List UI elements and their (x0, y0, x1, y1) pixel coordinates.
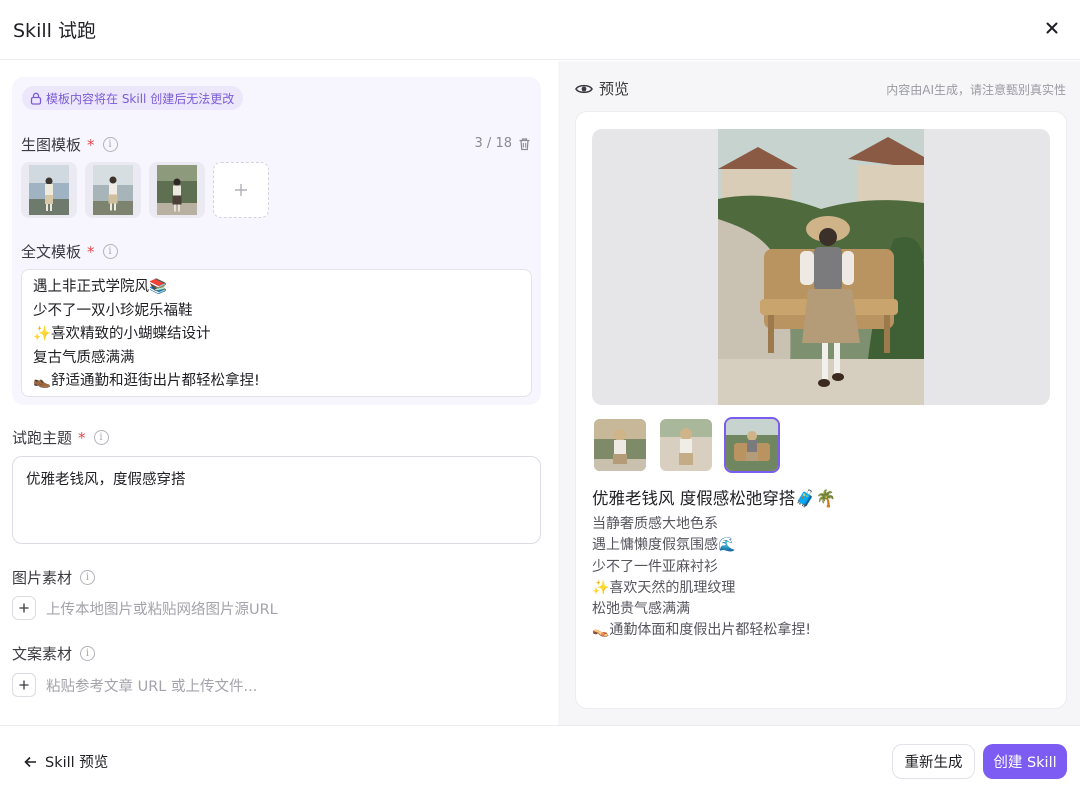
skill-trial-dialog: Skill 试跑 模板内容将在 Skill 创建后无法更改 生图模板 * i 3… (0, 0, 1080, 792)
preview-pane: 预览 内容由AI生成，请注意甄别真实性 优雅老钱风 度假感松弛穿搭🧳🌴 当静奢质… (558, 61, 1080, 725)
outfit-photo (660, 419, 712, 471)
create-skill-button[interactable]: 创建 Skill (983, 744, 1067, 779)
text-template-label: 全文模板 * i (21, 241, 118, 262)
add-text-material-button[interactable] (12, 673, 36, 697)
required-mark: * (78, 428, 86, 447)
regenerate-button[interactable]: 重新生成 (892, 744, 975, 779)
text-material-label: 文案素材 i (12, 643, 96, 664)
arrow-left-icon (24, 756, 36, 767)
info-icon[interactable]: i (80, 646, 96, 661)
text-material-placeholder[interactable]: 粘贴参考文章 URL 或上传文件... (46, 675, 257, 696)
image-material-label-text: 图片素材 (12, 569, 73, 587)
close-icon[interactable] (1046, 22, 1058, 34)
template-line: 复古气质感满满 (33, 349, 135, 366)
post-line: 当静奢质感大地色系 (592, 516, 718, 532)
template-thumbnail[interactable] (85, 162, 141, 218)
image-material-label: 图片素材 i (12, 567, 96, 588)
plus-icon (19, 680, 29, 690)
text-template-label-text: 全文模板 (21, 243, 82, 261)
image-template-label: 生图模板 * i (21, 134, 118, 155)
preview-thumbnail-selected[interactable] (724, 417, 780, 473)
theme-label: 试跑主题 * i (12, 427, 109, 448)
image-template-counter: 3 / 18 (475, 136, 531, 151)
preview-thumbnail[interactable] (658, 417, 714, 473)
preview-thumbnails (592, 417, 780, 473)
text-material-upload[interactable]: 粘贴参考文章 URL 或上传文件... (12, 673, 257, 697)
trash-icon[interactable] (518, 137, 531, 151)
template-line: 👞舒适通勤和逛街出片都轻松拿捏! (33, 373, 260, 389)
image-material-upload[interactable]: 上传本地图片或粘贴网络图片源URL (12, 596, 278, 620)
eye-icon (575, 84, 593, 93)
post-line: 遇上慵懒度假氛围感🌊 (592, 537, 736, 554)
preview-card: 优雅老钱风 度假感松弛穿搭🧳🌴 当静奢质感大地色系 遇上慵懒度假氛围感🌊 少不了… (575, 111, 1067, 709)
info-icon[interactable]: i (102, 137, 118, 152)
template-thumbnail[interactable] (149, 162, 205, 218)
dialog-footer: Skill 预览 重新生成 创建 Skill (0, 725, 1080, 792)
preview-post-title: 优雅老钱风 度假感松弛穿搭🧳🌴 (592, 489, 837, 508)
close-button[interactable] (1040, 16, 1064, 40)
outfit-photo (29, 165, 69, 215)
preview-label: 预览 (599, 80, 630, 98)
back-label: Skill 预览 (45, 755, 109, 771)
post-line: 👡通勤体面和度假出片都轻松拿捏! (592, 622, 812, 639)
dialog-title: Skill 试跑 (13, 20, 96, 42)
dialog-header: Skill 试跑 (0, 0, 1080, 60)
preview-header: 预览 (575, 78, 629, 99)
template-section: 模板内容将在 Skill 创建后无法更改 生图模板 * i 3 / 18 全文模… (12, 77, 541, 405)
info-icon[interactable]: i (102, 244, 118, 259)
lock-notice: 模板内容将在 Skill 创建后无法更改 (22, 86, 244, 110)
outfit-photo (157, 165, 197, 215)
preview-thumbnail[interactable] (592, 417, 648, 473)
template-line: 少不了一双小珍妮乐福鞋 (33, 302, 193, 319)
outfit-photo (726, 419, 778, 471)
outfit-photo (594, 419, 646, 471)
add-template-image-button[interactable] (213, 162, 269, 218)
lock-icon (30, 92, 42, 105)
preview-post-body: 当静奢质感大地色系 遇上慵懒度假氛围感🌊 少不了一件亚麻衬衫 ✨喜欢天然的肌理纹… (592, 514, 811, 642)
template-line: ✨喜欢精致的小蝴蝶结设计 (33, 326, 211, 342)
theme-input[interactable]: 优雅老钱风，度假感穿搭 (12, 456, 541, 544)
required-mark: * (87, 242, 95, 261)
preview-main-image[interactable] (592, 129, 1050, 405)
info-icon[interactable]: i (93, 430, 109, 445)
plus-icon (19, 603, 29, 613)
ai-disclaimer: 内容由AI生成，请注意甄别真实性 (886, 83, 1066, 97)
image-count: 3 / 18 (474, 136, 512, 151)
text-material-label-text: 文案素材 (12, 645, 73, 663)
plus-icon (235, 184, 247, 196)
template-thumbnails (21, 162, 269, 218)
left-pane: 模板内容将在 Skill 创建后无法更改 生图模板 * i 3 / 18 全文模… (0, 61, 557, 725)
info-icon[interactable]: i (80, 570, 96, 585)
back-to-skill-preview-button[interactable]: Skill 预览 (24, 751, 108, 772)
lock-notice-text: 模板内容将在 Skill 创建后无法更改 (46, 91, 235, 106)
theme-label-text: 试跑主题 (12, 429, 73, 447)
image-material-placeholder[interactable]: 上传本地图片或粘贴网络图片源URL (46, 598, 278, 619)
image-template-label-text: 生图模板 (21, 136, 82, 154)
add-image-material-button[interactable] (12, 596, 36, 620)
required-mark: * (87, 135, 95, 154)
post-line: 松弛贵气感满满 (592, 601, 690, 618)
outfit-photo (718, 129, 924, 405)
post-line: 少不了一件亚麻衬衫 (592, 558, 718, 575)
outfit-photo (93, 165, 133, 215)
text-template-textarea[interactable]: 遇上非正式学院风📚 少不了一双小珍妮乐福鞋 ✨喜欢精致的小蝴蝶结设计 复古气质感… (21, 269, 532, 397)
template-thumbnail[interactable] (21, 162, 77, 218)
template-line: 遇上非正式学院风📚 (33, 279, 168, 295)
post-line: ✨喜欢天然的肌理纹理 (592, 579, 736, 596)
theme-input-value: 优雅老钱风，度假感穿搭 (26, 472, 186, 488)
